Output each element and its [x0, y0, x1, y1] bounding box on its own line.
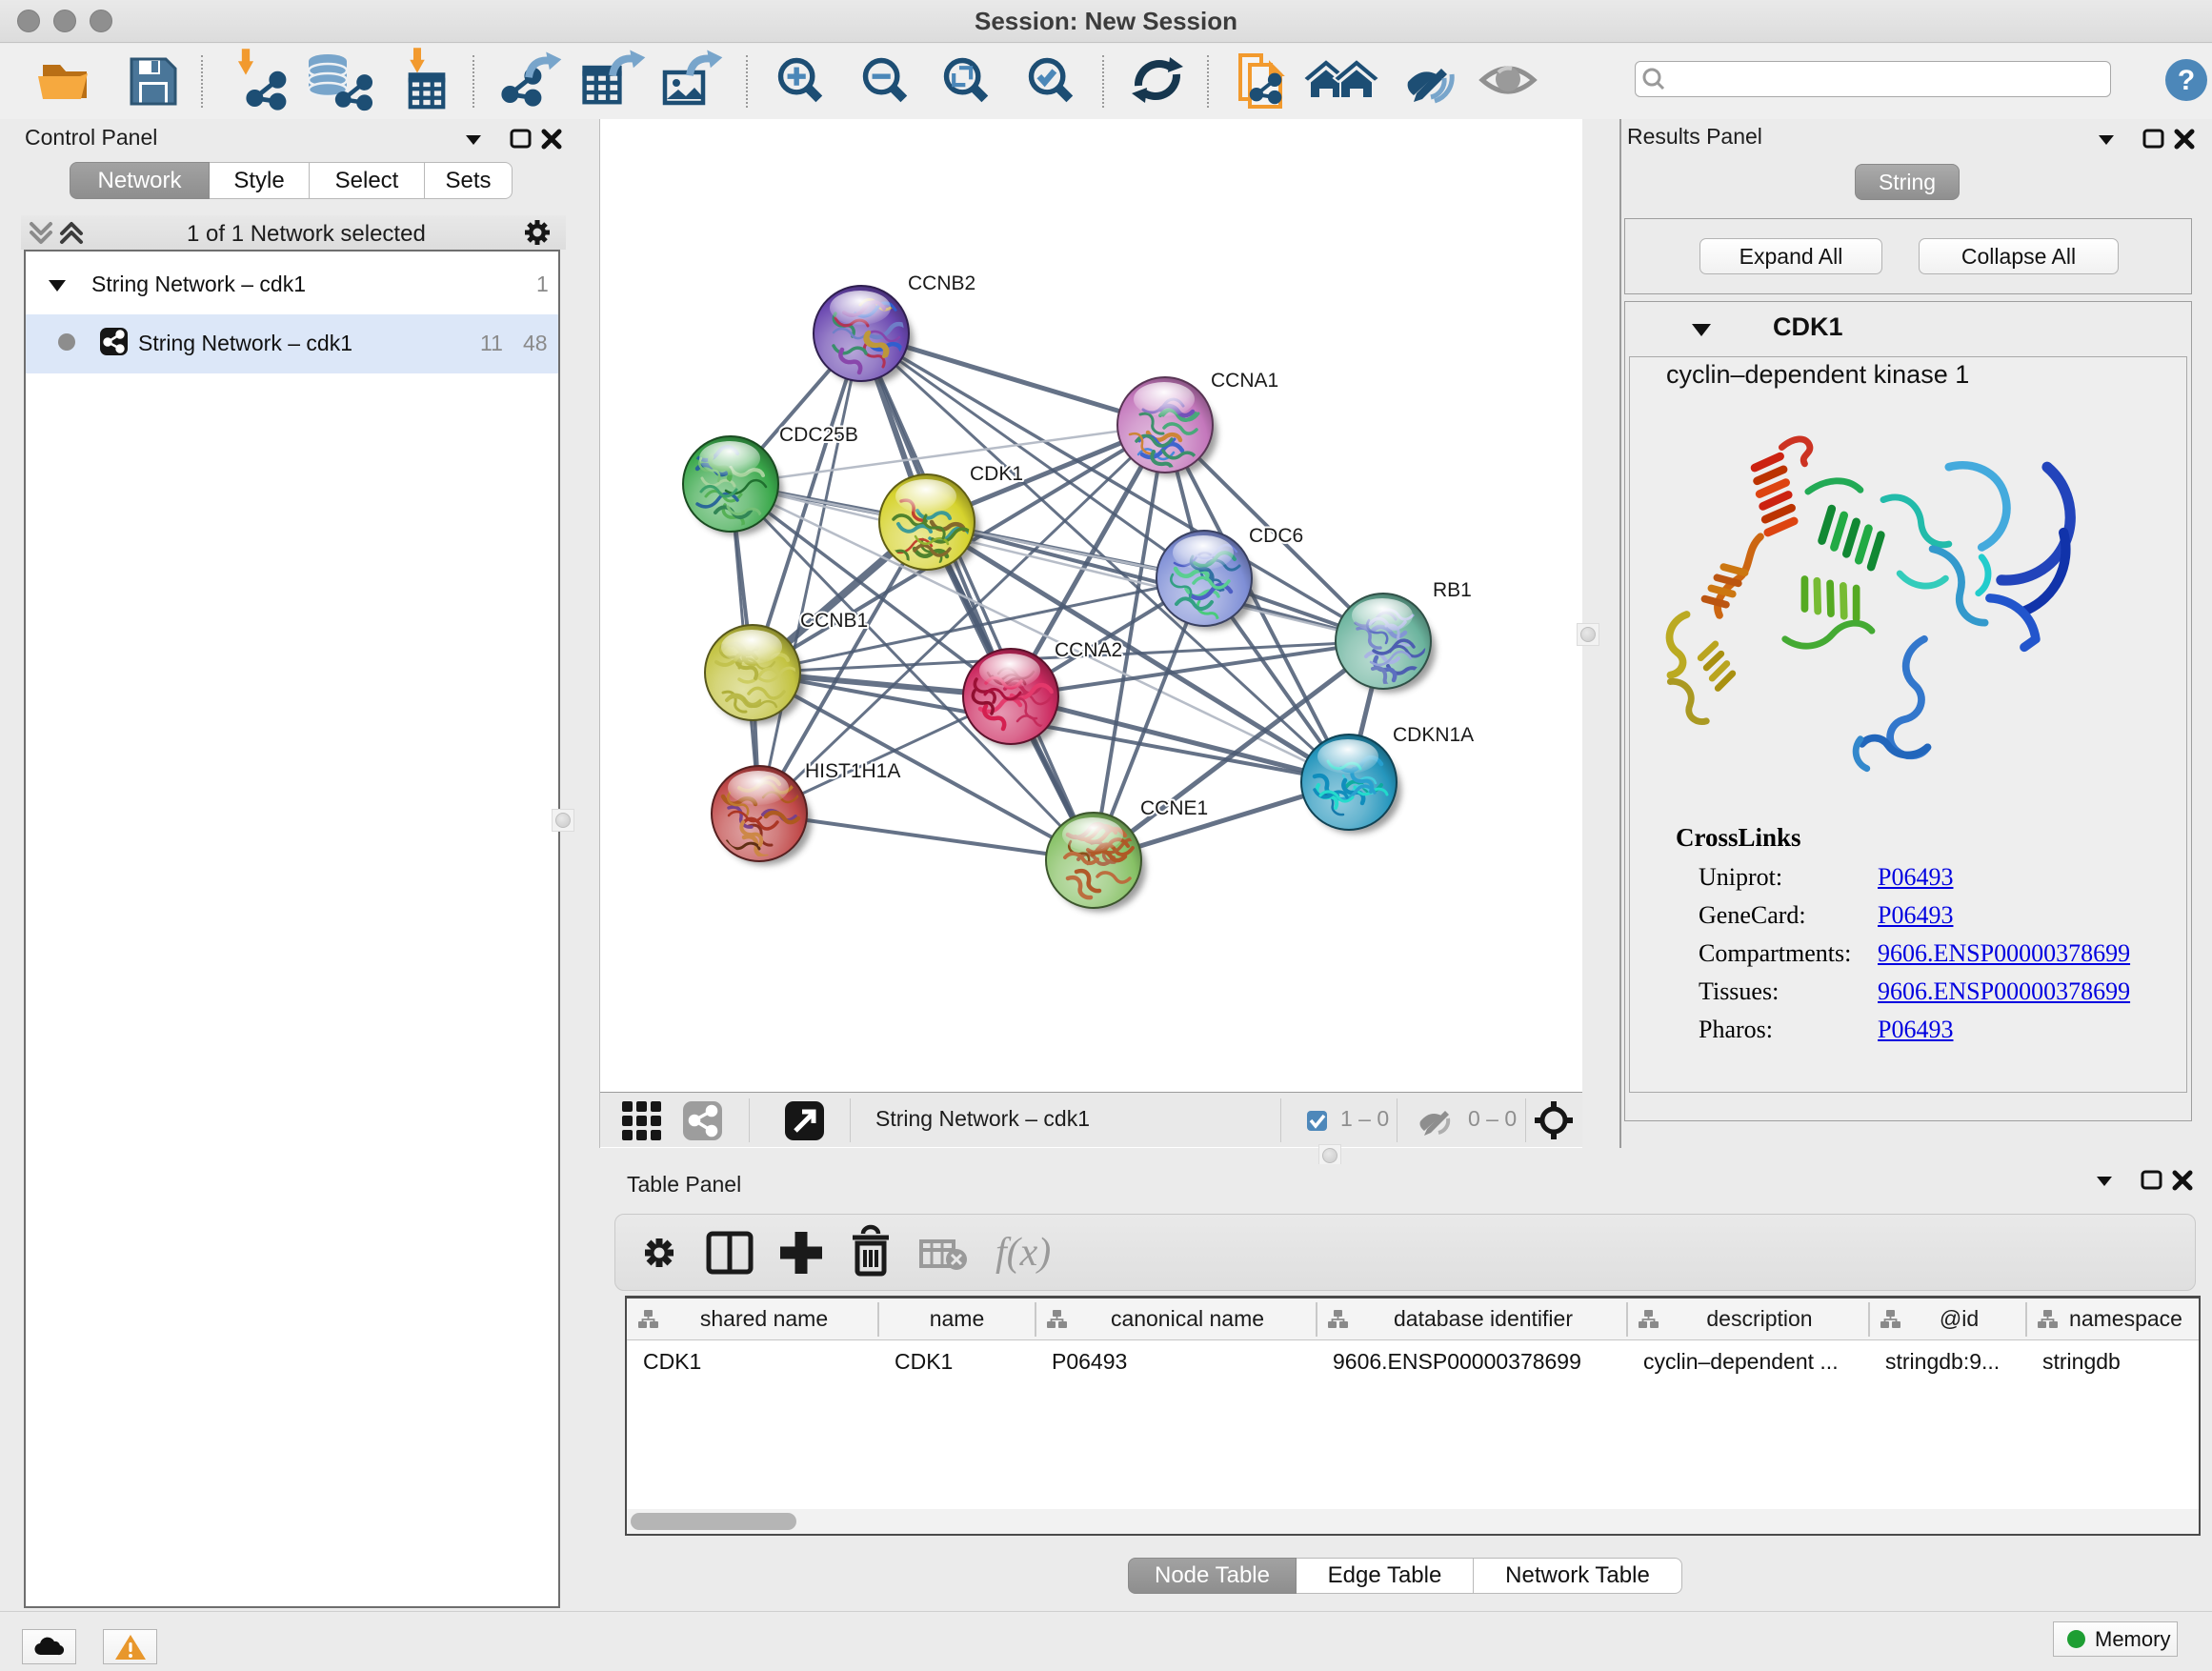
svg-text:CDK1: CDK1	[970, 463, 1023, 485]
svg-text:@id: @id	[1940, 1306, 1979, 1331]
svg-text:CDKN1A: CDKN1A	[1393, 724, 1474, 746]
svg-text:?: ?	[2178, 65, 2195, 96]
svg-text:CCNB2: CCNB2	[908, 272, 975, 294]
svg-text:CCNE1: CCNE1	[1140, 797, 1208, 819]
svg-text:CCNA2: CCNA2	[1055, 639, 1122, 661]
svg-text:f(x): f(x)	[995, 1231, 1051, 1275]
svg-text:description: description	[1706, 1306, 1812, 1331]
svg-text:canonical name: canonical name	[1111, 1306, 1264, 1331]
svg-text:RB1: RB1	[1433, 579, 1472, 601]
svg-text:name: name	[930, 1306, 985, 1331]
svg-text:HIST1H1A: HIST1H1A	[805, 760, 900, 782]
svg-text:1 of 1 Network selected: 1 of 1 Network selected	[187, 221, 426, 247]
svg-text:database identifier: database identifier	[1394, 1306, 1573, 1331]
svg-text:CDC25B: CDC25B	[779, 424, 858, 446]
svg-text:namespace: namespace	[2069, 1306, 2182, 1331]
svg-text:CDC6: CDC6	[1249, 525, 1303, 547]
svg-text:CCNA1: CCNA1	[1211, 370, 1278, 392]
svg-text:shared name: shared name	[700, 1306, 828, 1331]
svg-text:CCNB1: CCNB1	[800, 610, 868, 632]
